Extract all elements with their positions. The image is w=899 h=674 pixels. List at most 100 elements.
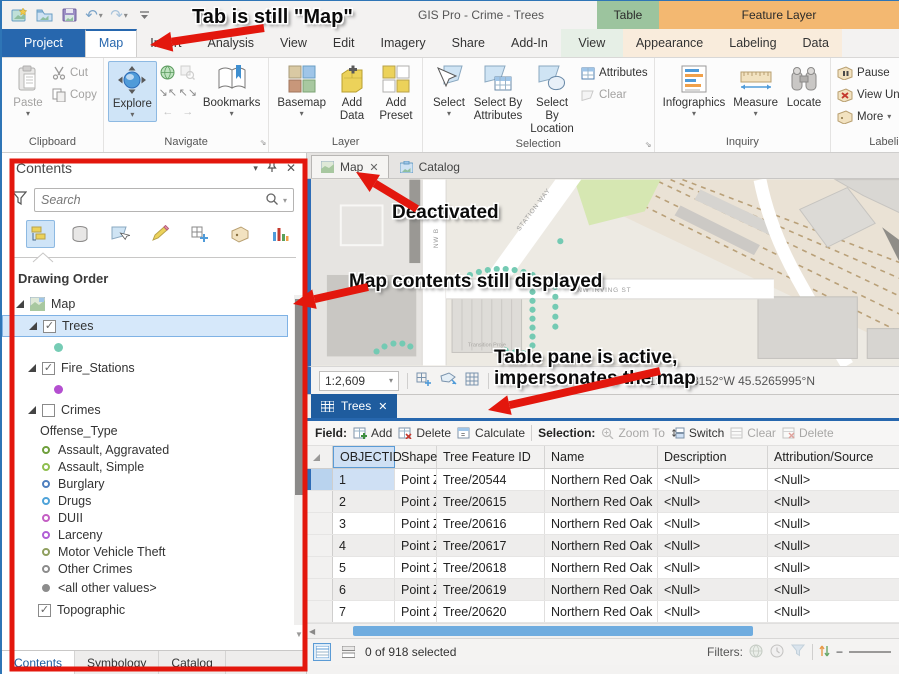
legend-item[interactable]: Assault, Aggravated <box>2 441 306 458</box>
ribbon-tab[interactable]: Share <box>439 29 498 57</box>
tree-item-trees[interactable]: ✓ Trees <box>2 315 288 337</box>
map-scale-combo[interactable]: 1:2,609 ▾ <box>319 371 399 391</box>
trees-symbol-row[interactable] <box>2 337 306 357</box>
row-handle[interactable] <box>307 557 333 578</box>
scroll-left-arrow[interactable]: ◀ <box>309 627 315 636</box>
zoom-to-selection-button[interactable] <box>179 63 197 81</box>
ribbon-tab[interactable]: View <box>561 29 623 57</box>
row-handle[interactable] <box>307 513 333 534</box>
copy-button[interactable]: Copy <box>52 86 97 104</box>
grid-button[interactable] <box>465 372 480 389</box>
zoom-slider[interactable] <box>849 651 891 653</box>
table-view-button[interactable] <box>313 643 331 661</box>
close-table-icon[interactable]: ✕ <box>378 400 387 413</box>
ribbon-tab[interactable]: Appearance <box>623 29 716 57</box>
table-row[interactable]: 5 Point Z Tree/20618 Northern Red Oak <N… <box>307 557 899 579</box>
fire-stations-checkbox[interactable]: ✓ <box>42 362 55 375</box>
list-by-snapping-button[interactable] <box>185 220 214 248</box>
delete-selection-button[interactable]: Delete <box>782 426 834 440</box>
sort-icon[interactable] <box>819 644 830 661</box>
list-by-data-source-button[interactable] <box>66 220 95 248</box>
navigate-launcher-icon[interactable]: ⇘ <box>260 138 267 147</box>
select-graphics-button[interactable] <box>440 372 457 390</box>
scrollbar-thumb[interactable] <box>295 299 303 495</box>
pane-tab[interactable]: Contents <box>2 651 75 674</box>
add-data-button[interactable]: Add Data <box>330 61 374 125</box>
filter-icon[interactable] <box>12 191 27 209</box>
fire-stations-symbol-row[interactable] <box>2 379 306 399</box>
table-row[interactable]: 2 Point Z Tree/20615 Northern Red Oak <N… <box>307 491 899 513</box>
new-project-icon[interactable] <box>10 6 28 24</box>
ribbon-tab[interactable]: Map <box>85 29 137 57</box>
legend-item[interactable]: DUII <box>2 509 306 526</box>
table-row[interactable]: 1 Point Z Tree/20544 Northern Red Oak <N… <box>307 469 899 491</box>
clear-selection-table-button[interactable]: Clear <box>730 426 776 440</box>
list-by-editing-button[interactable] <box>146 220 175 248</box>
trees-checkbox[interactable]: ✓ <box>43 320 56 333</box>
zoom-out-slider-button[interactable]: − <box>836 645 843 659</box>
ribbon-tab[interactable]: Analysis <box>195 29 268 57</box>
table-row[interactable]: 4 Point Z Tree/20617 Northern Red Oak <N… <box>307 535 899 557</box>
previous-extent-button[interactable]: ← <box>159 103 177 121</box>
explore-button[interactable]: Explore ▾ <box>108 61 157 122</box>
legend-item[interactable]: Other Crimes <box>2 560 306 577</box>
legend-item[interactable]: Drugs <box>2 492 306 509</box>
tree-item-crimes[interactable]: Crimes <box>2 399 306 421</box>
tree-item-fire-stations[interactable]: ✓ Fire_Stations <box>2 357 306 379</box>
row-handle[interactable] <box>307 469 333 490</box>
select-button[interactable]: Select ▾ <box>427 61 471 120</box>
table-corner-cell[interactable] <box>307 446 333 468</box>
column-header-description[interactable]: Description <box>658 446 768 468</box>
pane-tab[interactable]: Catalog <box>159 651 225 674</box>
selection-launcher-icon[interactable]: ⇘ <box>645 140 652 149</box>
clear-selection-button[interactable]: Clear <box>581 86 648 104</box>
tree-item-map[interactable]: Map <box>2 293 306 315</box>
paste-button[interactable]: Paste ▾ <box>6 61 50 120</box>
ribbon-tab[interactable]: Edit <box>320 29 368 57</box>
save-project-icon[interactable] <box>60 6 78 24</box>
ribbon-tab[interactable]: Add-In <box>498 29 561 57</box>
catalog-view-tab[interactable]: Catalog <box>391 155 469 178</box>
contents-scrollbar[interactable]: ▼ <box>294 295 304 625</box>
zoom-to-button[interactable]: Zoom To <box>601 426 664 440</box>
search-icon[interactable] <box>265 192 279 209</box>
close-pane-icon[interactable]: ✕ <box>286 161 296 175</box>
list-by-charts-button[interactable] <box>265 220 294 248</box>
close-map-view-icon[interactable]: ✕ <box>369 161 378 174</box>
column-header-objectid[interactable]: OBJECTID <box>333 446 395 468</box>
cut-button[interactable]: Cut <box>52 64 97 82</box>
next-extent-button[interactable]: → <box>179 103 197 121</box>
table-row[interactable]: 6 Point Z Tree/20619 Northern Red Oak <N… <box>307 579 899 601</box>
ribbon-tab[interactable]: Labeling <box>716 29 789 57</box>
column-header-shape[interactable]: Shape <box>395 446 437 468</box>
extent-filter-icon[interactable] <box>749 644 764 661</box>
ribbon-tab[interactable]: Data <box>790 29 842 57</box>
legend-item[interactable]: Larceny <box>2 526 306 543</box>
measure-button[interactable]: Measure ▾ <box>729 61 782 120</box>
fixed-zoom-in-button[interactable]: ↘↖ <box>159 83 177 101</box>
open-project-icon[interactable] <box>35 6 53 24</box>
column-header-name[interactable]: Name <box>545 446 658 468</box>
trees-table-tab[interactable]: Trees ✕ <box>311 394 397 418</box>
undo-icon[interactable]: ↶▾ <box>85 6 103 24</box>
legend-item-all-other-values[interactable]: <all other values> <box>2 577 306 599</box>
attributes-view-button[interactable] <box>339 643 357 661</box>
row-handle[interactable] <box>307 601 333 622</box>
ribbon-tab[interactable]: Imagery <box>367 29 438 57</box>
more-labeling-button[interactable]: More▾ <box>837 108 899 126</box>
table-row[interactable]: 3 Point Z Tree/20616 Northern Red Oak <N… <box>307 513 899 535</box>
pane-options-icon[interactable]: ▾ <box>253 163 258 174</box>
hscroll-thumb[interactable] <box>353 626 753 636</box>
row-handle[interactable] <box>307 579 333 600</box>
row-handle[interactable] <box>307 491 333 512</box>
infographics-button[interactable]: Infographics ▾ <box>659 61 730 120</box>
select-by-location-button[interactable]: Select By Location <box>525 61 579 138</box>
pane-tab[interactable]: Symbology <box>75 651 159 674</box>
ribbon-tab[interactable]: Insert <box>137 29 194 57</box>
basemap-button[interactable]: Basemap ▾ <box>273 61 330 120</box>
redo-icon[interactable]: ↷▾ <box>110 6 128 24</box>
locate-button[interactable]: Locate <box>782 61 826 112</box>
pin-icon[interactable] <box>267 161 277 176</box>
add-field-button[interactable]: Add <box>353 426 392 440</box>
add-preset-button[interactable]: Add Preset <box>374 61 418 125</box>
